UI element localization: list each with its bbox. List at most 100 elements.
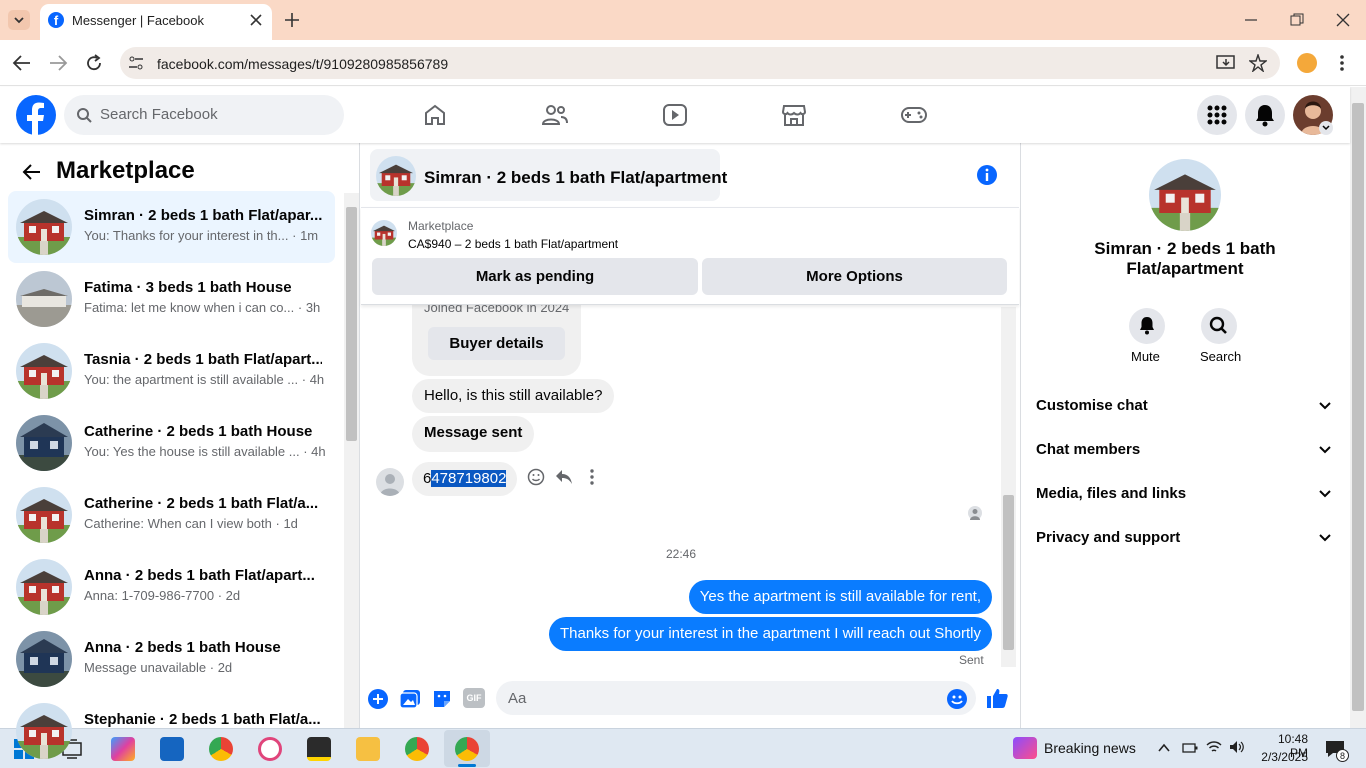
conversation-snippet: You: the apartment is still available ..… (84, 372, 325, 387)
browser-menu-icon[interactable] (1338, 54, 1346, 72)
minimize-icon[interactable] (1243, 12, 1259, 28)
wifi-icon[interactable] (1206, 740, 1222, 754)
page-scrollbar[interactable] (1350, 87, 1366, 728)
account-chevron-icon[interactable] (1319, 121, 1333, 135)
chrome-active-icon[interactable] (455, 737, 479, 761)
conversation-thumbnail (16, 487, 72, 543)
conversation-thumbnail (16, 343, 72, 399)
close-window-icon[interactable] (1335, 12, 1351, 28)
tray-chevron-up-icon[interactable] (1157, 741, 1171, 755)
gif-icon[interactable]: GIF (463, 688, 485, 708)
emoji-icon[interactable] (946, 688, 968, 710)
conversation-time: · 2d (209, 660, 233, 675)
buyer-details-button[interactable]: Buyer details (428, 327, 565, 360)
back-icon[interactable] (12, 54, 32, 72)
forward-icon[interactable] (48, 54, 68, 72)
thumbs-up-icon[interactable] (985, 686, 1009, 710)
panel-title: Marketplace (56, 157, 195, 184)
conversation-thumbnail (16, 199, 72, 255)
back-arrow-icon[interactable] (22, 163, 42, 181)
gaming-icon[interactable] (900, 103, 928, 127)
chat-avatar (376, 156, 416, 196)
video-icon[interactable] (662, 103, 688, 127)
new-tab-icon[interactable] (283, 11, 301, 29)
composer-input[interactable]: Aa (508, 690, 526, 707)
bookmark-star-icon[interactable] (1249, 54, 1267, 72)
info-icon[interactable] (976, 164, 998, 186)
sticker-icon[interactable] (431, 688, 453, 710)
outgoing-message-bubble: Yes the apartment is still available for… (688, 580, 992, 614)
mute-button[interactable] (1129, 308, 1165, 344)
conversation-snippet: Anna: 1-709-986-7700 · 2d (84, 588, 241, 603)
restore-icon[interactable] (1289, 12, 1305, 28)
home-icon[interactable] (423, 103, 447, 127)
conversation-time: · 3h (297, 300, 321, 315)
news-widget-label[interactable]: Breaking news (1044, 740, 1136, 756)
reload-icon[interactable] (85, 54, 103, 72)
conversation-snippet: Message unavailable · 2d (84, 660, 233, 675)
conversation-time: · 1d (275, 516, 298, 531)
menu-grid-icon[interactable] (1197, 95, 1237, 135)
profile-icon[interactable] (1297, 53, 1317, 73)
chevron-down-icon[interactable] (1318, 487, 1332, 501)
close-tab-icon[interactable] (248, 12, 264, 28)
conversation-item[interactable]: Anna · 2 beds 1 bath Flat/apart... Anna: … (8, 551, 335, 623)
site-info-icon[interactable] (127, 55, 145, 71)
conversation-item[interactable]: Stephanie · 2 beds 1 bath Flat/a... (8, 695, 335, 767)
search-button[interactable] (1201, 308, 1237, 344)
conversation-title: Stephanie · 2 beds 1 bath Flat/a... (84, 711, 321, 728)
active-indicator (458, 764, 476, 767)
friends-icon[interactable] (542, 103, 568, 127)
privacy-support-row[interactable]: Privacy and support (1036, 529, 1180, 546)
conversation-snippet: You: Thanks for your interest in th... ·… (84, 228, 319, 243)
url-text[interactable]: facebook.com/messages/t/9109280985856789 (157, 56, 448, 72)
conversation-time: · 4h (303, 444, 326, 459)
volume-icon[interactable] (1229, 740, 1245, 754)
listing-title[interactable]: CA$940 – 2 beds 1 bath Flat/apartment (408, 237, 618, 251)
conversation-item[interactable]: Catherine · 2 beds 1 bath House You: Yes … (8, 407, 335, 479)
plus-icon[interactable] (367, 688, 389, 710)
news-widget-icon[interactable] (1013, 737, 1037, 759)
chat-members-row[interactable]: Chat members (1036, 441, 1140, 458)
more-options-button[interactable]: More Options (702, 258, 1007, 295)
chevron-down-icon[interactable] (1318, 399, 1332, 413)
mark-as-pending-button[interactable]: Mark as pending (372, 258, 698, 295)
chevron-down-icon[interactable] (1318, 443, 1332, 457)
photo-icon[interactable] (399, 688, 421, 710)
conversation-item[interactable]: Anna · 2 beds 1 bath House Message unavai… (8, 623, 335, 695)
clock-date[interactable]: 2/3/2025 (1258, 750, 1308, 764)
chat-scrollbar[interactable] (1001, 307, 1016, 667)
reply-icon[interactable] (555, 469, 573, 485)
react-emoji-icon[interactable] (527, 468, 545, 486)
left-scrollbar[interactable] (344, 193, 359, 728)
notifications-bell-icon[interactable] (1245, 95, 1285, 135)
more-actions-icon[interactable] (588, 469, 596, 485)
conversation-item[interactable]: Fatima · 3 beds 1 bath House Fatima: let … (8, 263, 335, 335)
conversation-snippet: You: Yes the house is still available ..… (84, 444, 326, 459)
file-explorer-icon[interactable] (356, 737, 380, 761)
message-composer[interactable] (496, 681, 976, 715)
sent-status: Sent (959, 653, 984, 667)
conversation-time: · 1m (292, 228, 319, 243)
conversation-item[interactable]: Tasnia · 2 beds 1 bath Flat/apart... You:… (8, 335, 335, 407)
facebook-logo-icon[interactable] (16, 95, 56, 135)
chrome-profile-icon[interactable] (405, 737, 429, 761)
conversation-title: Fatima · 3 beds 1 bath House (84, 279, 292, 296)
conversation-title: Catherine · 2 beds 1 bath Flat/a... (84, 495, 319, 512)
search-input[interactable]: Search Facebook (100, 106, 218, 123)
listing-thumbnail[interactable] (371, 220, 397, 246)
conversation-item[interactable]: Simran · 2 beds 1 bath Flat/apar... You: … (8, 191, 335, 263)
contact-name: Simran · 2 beds 1 bath Flat/apartment (1094, 239, 1276, 278)
conversation-snippet: Fatima: let me know when i can co... · 3… (84, 300, 321, 315)
install-app-icon[interactable] (1216, 54, 1236, 72)
chevron-down-icon[interactable] (1318, 531, 1332, 545)
customise-chat-row[interactable]: Customise chat (1036, 397, 1148, 414)
conversation-item[interactable]: Catherine · 2 beds 1 bath Flat/a... Cathe… (8, 479, 335, 551)
marketplace-icon[interactable] (781, 103, 807, 127)
tab-list-button[interactable] (8, 10, 30, 30)
conversation-title: Anna · 2 beds 1 bath House (84, 639, 281, 656)
conversation-thumbnail (16, 631, 72, 687)
media-files-links-row[interactable]: Media, files and links (1036, 485, 1186, 502)
battery-icon[interactable] (1182, 742, 1198, 754)
phone-message-bubble[interactable]: 6478719802 (412, 462, 518, 496)
